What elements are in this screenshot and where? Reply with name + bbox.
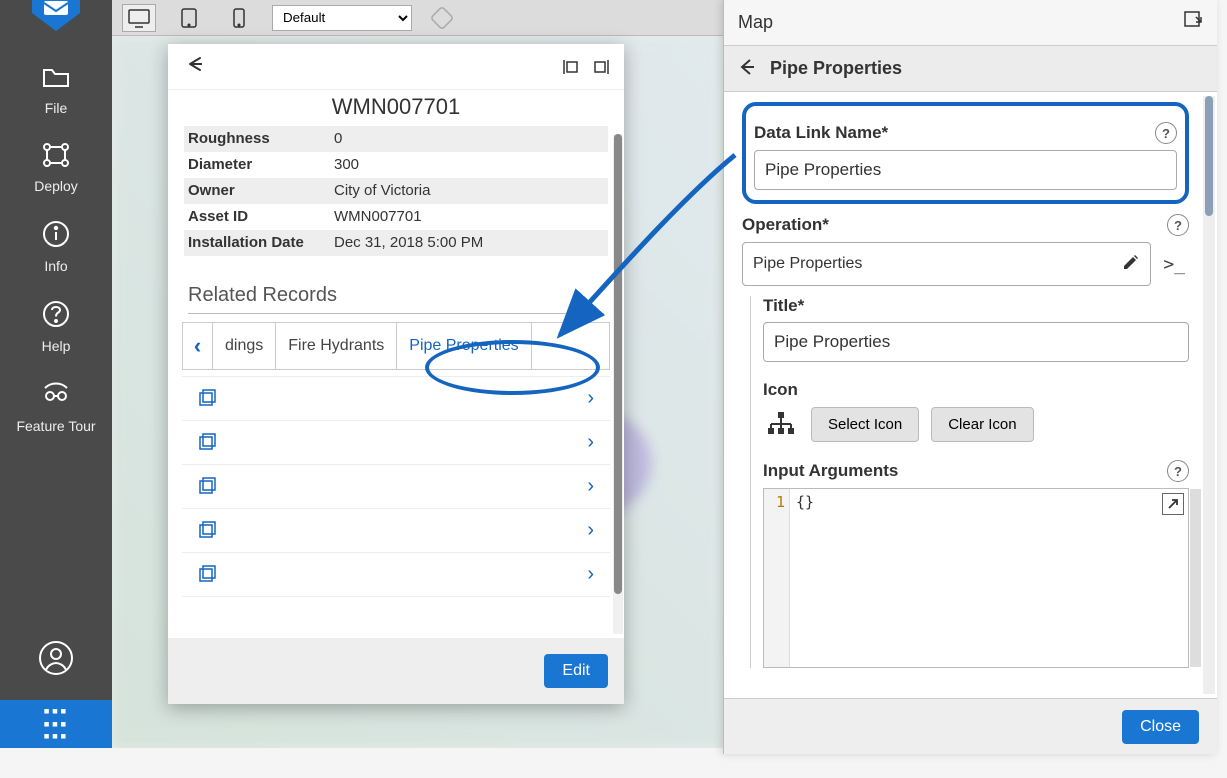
device-tablet-button[interactable] (172, 4, 206, 32)
stack-icon (198, 563, 218, 586)
panel-breadcrumb: Pipe Properties (724, 46, 1217, 92)
sidebar-item-label: Deploy (34, 178, 78, 194)
collapse-right-icon[interactable] (592, 57, 612, 77)
app-logo (26, 0, 86, 40)
top-toolbar: Default (112, 0, 723, 36)
feature-tour-icon (41, 380, 71, 412)
left-sidebar: File Deploy Info Help Feature Tour (0, 0, 112, 700)
help-icon[interactable]: ? (1155, 122, 1177, 144)
tab-fire-hydrants[interactable]: Fire Hydrants (276, 323, 397, 369)
field-label-operation: Operation* ? (742, 214, 1189, 236)
list-item[interactable]: › (182, 377, 610, 421)
popup-footer: Edit (168, 638, 624, 704)
table-row: Installation DateDec 31, 2018 5:00 PM (184, 230, 608, 256)
chevron-right-icon: › (587, 387, 594, 410)
tab-pipe-properties[interactable]: Pipe Properties (397, 323, 531, 369)
panel-select-icon[interactable] (1183, 10, 1203, 35)
collapse-left-icon[interactable] (560, 57, 580, 77)
chevron-right-icon: › (587, 475, 594, 498)
table-row: Diameter300 (184, 152, 608, 178)
help-icon[interactable]: ? (1167, 460, 1189, 482)
chevron-right-icon: › (587, 519, 594, 542)
record-list: › › › › › (182, 376, 610, 597)
sidebar-item-label: Feature Tour (16, 418, 95, 434)
deploy-icon (41, 142, 71, 172)
icon-preview (763, 406, 799, 442)
field-label-data-link: Data Link Name* ? (754, 122, 1177, 144)
sidebar-item-label: File (45, 100, 68, 116)
sidebar-avatar[interactable] (38, 640, 74, 680)
field-label-icon: Icon (763, 380, 1189, 400)
popup-title: WMN007701 (168, 94, 624, 120)
expand-editor-icon[interactable] (1162, 493, 1184, 515)
avatar-icon (38, 640, 74, 680)
info-icon (42, 220, 70, 252)
panel-section-label: Map (738, 12, 773, 33)
panel-body: Data Link Name* ? Operation* ? Pipe Prop… (724, 92, 1217, 698)
rotate-button[interactable] (428, 4, 456, 32)
data-link-name-input[interactable] (754, 150, 1177, 190)
code-content[interactable]: {} (790, 489, 1188, 667)
list-item[interactable]: › (182, 421, 610, 465)
tab-buildings[interactable]: dings (213, 323, 276, 369)
table-row: Roughness0 (184, 126, 608, 152)
code-scrollbar[interactable] (1190, 489, 1201, 667)
sidebar-item-info[interactable]: Info (42, 220, 70, 274)
sidebar-item-deploy[interactable]: Deploy (34, 142, 78, 194)
field-label-title: Title* (763, 296, 1189, 316)
clear-icon-button[interactable]: Clear Icon (931, 407, 1033, 442)
related-records-header: Related Records (188, 284, 604, 314)
sidebar-item-label: Info (44, 258, 67, 274)
popup-header (168, 44, 624, 90)
popup-scrollbar[interactable] (613, 134, 623, 634)
close-button[interactable]: Close (1122, 710, 1199, 744)
chevron-right-icon: › (587, 563, 594, 586)
related-tabs: ‹ dings Fire Hydrants Pipe Properties (182, 322, 610, 370)
operation-subsection: Title* Icon Select Icon Clear Icon Input… (750, 296, 1189, 668)
device-desktop-button[interactable] (122, 4, 156, 32)
folder-icon (42, 66, 70, 94)
stack-icon (198, 387, 218, 410)
operation-select[interactable]: Pipe Properties (742, 242, 1151, 286)
help-icon (42, 300, 70, 332)
table-row: Asset IDWMN007701 (184, 204, 608, 230)
panel-scrollbar[interactable] (1203, 96, 1215, 694)
panel-title: Pipe Properties (770, 58, 902, 79)
popup-back-button[interactable] (180, 51, 210, 83)
stack-icon (198, 431, 218, 454)
list-item[interactable]: › (182, 509, 610, 553)
sidebar-item-label: Help (42, 338, 71, 354)
title-input[interactable] (763, 322, 1189, 362)
pencil-icon[interactable] (1122, 253, 1140, 276)
code-gutter: 1 (764, 489, 790, 667)
panel-section-header-map: Map (724, 0, 1217, 46)
table-row: OwnerCity of Victoria (184, 178, 608, 204)
list-item[interactable]: › (182, 553, 610, 597)
tabs-scroll-left[interactable]: ‹ (183, 323, 213, 369)
help-icon[interactable]: ? (1167, 214, 1189, 236)
stack-icon (198, 519, 218, 542)
select-icon-button[interactable]: Select Icon (811, 407, 919, 442)
chevron-right-icon: › (587, 431, 594, 454)
device-phone-button[interactable] (222, 4, 256, 32)
panel-footer: Close (724, 698, 1217, 754)
panel-back-button[interactable] (738, 56, 756, 82)
sidebar-item-feature-tour[interactable]: Feature Tour (16, 380, 95, 434)
layout-select[interactable]: Default (272, 5, 412, 31)
input-arguments-editor[interactable]: 1 {} (763, 488, 1189, 668)
properties-panel: Map Pipe Properties Data Link Name* ? Op… (723, 0, 1217, 754)
data-link-highlight: Data Link Name* ? (742, 102, 1189, 204)
list-item[interactable]: › (182, 465, 610, 509)
edit-button[interactable]: Edit (544, 654, 608, 688)
apps-grid-icon: ▪▪▪▪▪▪▪▪▪ (43, 705, 68, 743)
feature-popup: WMN007701 Roughness0 Diameter300 OwnerCi… (168, 44, 624, 704)
footer-apps-button[interactable]: ▪▪▪▪▪▪▪▪▪ (0, 700, 112, 748)
stack-icon (198, 475, 218, 498)
sidebar-item-help[interactable]: Help (42, 300, 71, 354)
console-icon[interactable]: >_ (1159, 250, 1189, 279)
attribute-table: Roughness0 Diameter300 OwnerCity of Vict… (184, 126, 608, 256)
sidebar-item-file[interactable]: File (42, 66, 70, 116)
field-label-input-args: Input Arguments ? (763, 460, 1189, 482)
